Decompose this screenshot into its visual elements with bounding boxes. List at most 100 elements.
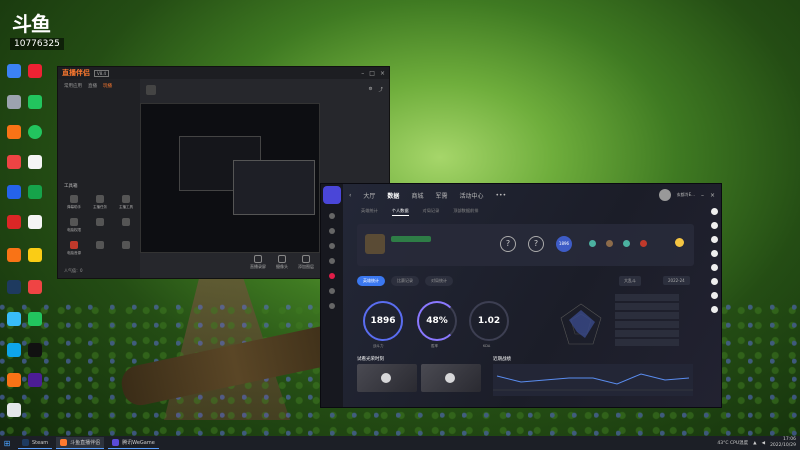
clock[interactable]: 17:06 2022/10/29	[770, 437, 796, 449]
tool-9[interactable]	[114, 241, 138, 256]
nav-events[interactable]: 活动中心	[459, 191, 483, 200]
close-icon[interactable]: ×	[380, 70, 385, 77]
nav-data[interactable]: 数据	[387, 191, 399, 200]
rail-icon-3[interactable]	[329, 243, 335, 249]
unknown-rank-2-icon[interactable]: ?	[528, 236, 544, 252]
username[interactable]: 玄都冷E...	[677, 192, 695, 198]
tab-play[interactable]: 玩播	[103, 83, 112, 89]
minimize-icon[interactable]: –	[361, 70, 364, 77]
nav-military[interactable]: 军需	[435, 191, 447, 200]
tool-danmu[interactable]: 弹幕助手	[62, 195, 86, 210]
rail-icon-1[interactable]	[329, 213, 335, 219]
champion-icon[interactable]	[589, 240, 596, 247]
desktop-icon-17[interactable]	[28, 343, 42, 357]
tab-common-apps[interactable]: 常用应用	[64, 83, 82, 89]
desktop-icon-13[interactable]	[28, 280, 42, 294]
nav-lobby[interactable]: 大厅	[363, 191, 375, 200]
subtab-personal[interactable]: 个人数据	[391, 208, 409, 216]
desktop-icon-12[interactable]	[28, 248, 42, 262]
action-camera[interactable]: 摄像头	[276, 255, 288, 270]
emoji-icon[interactable]	[675, 238, 684, 247]
desktop-icon-18[interactable]	[7, 373, 21, 387]
minimize-icon[interactable]: –	[701, 192, 704, 199]
filter-game[interactable]: 对局统计	[425, 276, 453, 286]
side-icon-2[interactable]	[711, 222, 718, 229]
rail-icon-6[interactable]	[329, 288, 335, 294]
subtab-top[interactable]: 顶部数据前排	[453, 208, 478, 216]
stat-row	[615, 330, 679, 337]
volume-icon[interactable]: ◀	[762, 441, 765, 446]
rank-badge[interactable]: 1896	[556, 236, 572, 252]
rail-icon-4[interactable]	[329, 258, 335, 264]
clip-2[interactable]	[421, 364, 481, 392]
champion-icon[interactable]	[623, 240, 630, 247]
side-icon-1[interactable]	[711, 208, 718, 215]
desktop-icon-14[interactable]	[7, 312, 21, 326]
desktop-icon-11[interactable]	[7, 248, 21, 262]
season-select[interactable]: 2022-24	[663, 276, 690, 285]
desktop-icon-10[interactable]	[28, 215, 42, 229]
taskbar-douyu[interactable]: 斗鱼直播伴侣	[56, 437, 105, 449]
desktop-icon-19[interactable]	[7, 403, 21, 417]
subtab-matches[interactable]: 对局记录	[423, 208, 440, 216]
mode-select[interactable]: 大乱斗	[619, 276, 641, 286]
more-icon[interactable]: •••	[495, 192, 506, 199]
settings-icon[interactable]: ⚙	[368, 87, 372, 93]
champion-icon[interactable]	[606, 240, 613, 247]
desktop-icon-5[interactable]	[7, 155, 21, 169]
side-icon-3[interactable]	[711, 236, 718, 243]
wechat-icon[interactable]	[28, 125, 42, 139]
desktop-icon-6[interactable]	[28, 155, 42, 169]
side-icon-7[interactable]	[711, 292, 718, 299]
desktop-icon-7[interactable]	[7, 185, 21, 199]
close-icon[interactable]: ×	[710, 192, 715, 199]
steam-icon[interactable]	[7, 280, 21, 294]
play-icon[interactable]	[445, 373, 455, 383]
share-icon[interactable]: ⤴	[379, 87, 384, 93]
action-layer[interactable]: 添加图层	[298, 255, 314, 270]
side-icon-8[interactable]	[711, 306, 718, 313]
desktop-icon-9[interactable]	[7, 215, 21, 229]
filter-match[interactable]: 比赛记录	[391, 276, 419, 286]
desktop-icon-15[interactable]	[28, 312, 42, 326]
desktop-icon-2[interactable]	[28, 64, 42, 78]
tool-5[interactable]	[88, 218, 112, 233]
windows-start-icon[interactable]: ⊞	[0, 436, 14, 450]
tool-6[interactable]	[114, 218, 138, 233]
champion-icon[interactable]	[640, 240, 647, 247]
rail-icon-7[interactable]	[329, 303, 335, 309]
clip-1[interactable]	[357, 364, 417, 392]
action-record[interactable]: 直播录屏	[250, 255, 266, 270]
rail-icon-2[interactable]	[329, 228, 335, 234]
side-icon-6[interactable]	[711, 278, 718, 285]
desktop-icon-8[interactable]	[28, 185, 42, 199]
tool-permission[interactable]: 电脑权限	[62, 218, 86, 233]
recycle-bin-icon[interactable]	[7, 95, 21, 109]
toolbox-title: 工具箱	[64, 184, 78, 189]
taskbar-steam[interactable]: Steam	[18, 437, 53, 449]
desktop-icon-1[interactable]	[7, 64, 21, 78]
tool-8[interactable]	[88, 241, 112, 256]
desktop-icon-3[interactable]	[28, 95, 42, 109]
tool-tasks[interactable]: 主播任务	[88, 195, 112, 210]
tool-audio[interactable]: 电脑音源	[62, 241, 86, 256]
network-icon[interactable]: ▲	[753, 441, 756, 446]
taskbar-wegame[interactable]: 腾讯WeGame	[108, 437, 159, 449]
tab-live[interactable]: 直播	[88, 83, 97, 89]
unknown-rank-1-icon[interactable]: ?	[500, 236, 516, 252]
subtab-hero-stats[interactable]: 英雄统计	[361, 208, 378, 216]
rail-icon-5[interactable]	[329, 273, 335, 279]
avatar[interactable]	[658, 189, 671, 201]
maximize-icon[interactable]: □	[369, 70, 375, 77]
back-icon[interactable]: ‹	[347, 192, 351, 199]
play-icon[interactable]	[381, 373, 391, 383]
tool-anchor[interactable]: 主播工具	[114, 195, 138, 210]
desktop-icon-4[interactable]	[7, 125, 21, 139]
desktop-icon-16[interactable]	[7, 343, 21, 357]
premiere-icon[interactable]	[28, 373, 42, 387]
game-hero-icon[interactable]	[323, 186, 341, 204]
filter-hero[interactable]: 英雄统计	[357, 276, 385, 286]
nav-store[interactable]: 商城	[411, 191, 423, 200]
side-icon-4[interactable]	[711, 250, 718, 257]
side-icon-5[interactable]	[711, 264, 718, 271]
